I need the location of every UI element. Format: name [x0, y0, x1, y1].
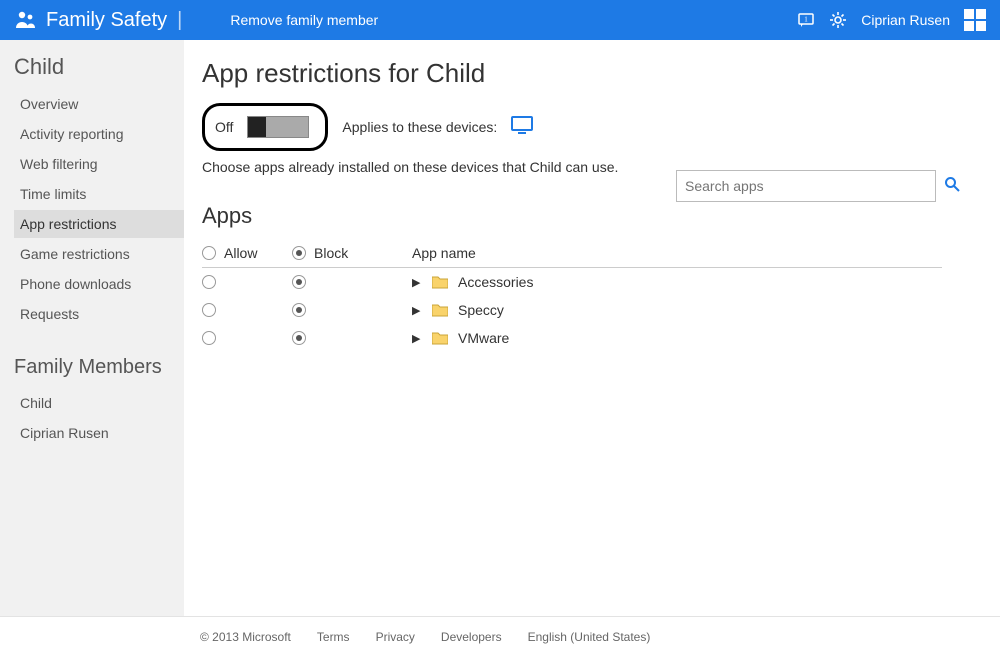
- messages-icon[interactable]: 1: [797, 11, 815, 29]
- page-footer: © 2013 Microsoft Terms Privacy Developer…: [0, 616, 1000, 656]
- apps-table: Allow Block App name ▶ Acce: [202, 239, 942, 352]
- app-name[interactable]: VMware: [458, 330, 509, 346]
- allow-all-radio[interactable]: [202, 246, 216, 260]
- restrictions-toggle[interactable]: [247, 116, 309, 138]
- allow-radio[interactable]: [202, 331, 216, 345]
- sidebar-item-label: Phone downloads: [20, 276, 131, 292]
- sidebar-item-label: Ciprian Rusen: [20, 425, 109, 441]
- header-bar: Family Safety | Remove family member 1 C…: [0, 0, 1000, 40]
- app-name[interactable]: Accessories: [458, 274, 533, 290]
- expand-chevron-icon[interactable]: ▶: [412, 304, 422, 317]
- column-block-label: Block: [314, 245, 348, 261]
- block-radio[interactable]: [292, 331, 306, 345]
- block-radio[interactable]: [292, 275, 306, 289]
- sidebar-family-title: Family Members: [14, 356, 184, 379]
- sidebar-item-label: Overview: [20, 96, 78, 112]
- footer-copyright: © 2013 Microsoft: [200, 630, 291, 644]
- family-icon: [14, 8, 38, 32]
- expand-chevron-icon[interactable]: ▶: [412, 276, 422, 289]
- app-row: ▶ VMware: [202, 324, 942, 352]
- app-name[interactable]: Speccy: [458, 302, 504, 318]
- folder-icon: [432, 275, 448, 289]
- header-user-name[interactable]: Ciprian Rusen: [861, 12, 950, 28]
- sidebar-item-requests[interactable]: Requests: [14, 300, 184, 328]
- block-radio[interactable]: [292, 303, 306, 317]
- windows-grid-icon[interactable]: [964, 9, 986, 31]
- monitor-icon[interactable]: [511, 116, 533, 139]
- gear-icon[interactable]: [829, 11, 847, 29]
- sidebar: Child Overview Activity reporting Web fi…: [0, 40, 184, 616]
- main-content: App restrictions for Child Off Applies t…: [184, 40, 1000, 616]
- toggle-callout: Off: [202, 103, 328, 151]
- footer-link-terms[interactable]: Terms: [317, 630, 350, 644]
- sidebar-item-overview[interactable]: Overview: [14, 90, 184, 118]
- svg-text:1: 1: [805, 16, 809, 24]
- sidebar-item-activity-reporting[interactable]: Activity reporting: [14, 120, 184, 148]
- sidebar-member-child[interactable]: Child: [14, 389, 184, 417]
- folder-icon: [432, 303, 448, 317]
- column-appname-label: App name: [412, 245, 476, 261]
- apps-section-title: Apps: [202, 203, 960, 229]
- sidebar-item-app-restrictions[interactable]: App restrictions: [14, 210, 184, 238]
- sidebar-item-label: Activity reporting: [20, 126, 123, 142]
- sidebar-item-label: Time limits: [20, 186, 86, 202]
- sidebar-item-label: App restrictions: [20, 216, 116, 232]
- devices-label: Applies to these devices:: [342, 119, 497, 135]
- sidebar-item-label: Requests: [20, 306, 79, 322]
- folder-icon: [432, 331, 448, 345]
- toggle-state-label: Off: [215, 119, 233, 135]
- sidebar-child-title: Child: [14, 54, 184, 80]
- app-row: ▶ Speccy: [202, 296, 942, 324]
- footer-link-developers[interactable]: Developers: [441, 630, 502, 644]
- page-title: App restrictions for Child: [202, 58, 960, 89]
- footer-link-privacy[interactable]: Privacy: [376, 630, 415, 644]
- expand-chevron-icon[interactable]: ▶: [412, 332, 422, 345]
- sidebar-item-time-limits[interactable]: Time limits: [14, 180, 184, 208]
- apps-table-header: Allow Block App name: [202, 239, 942, 268]
- sidebar-item-label: Child: [20, 395, 52, 411]
- search-apps-input[interactable]: [676, 170, 936, 202]
- allow-radio[interactable]: [202, 275, 216, 289]
- sidebar-item-web-filtering[interactable]: Web filtering: [14, 150, 184, 178]
- brand-block[interactable]: Family Safety: [14, 8, 167, 32]
- brand-separator: |: [177, 9, 182, 32]
- sidebar-item-phone-downloads[interactable]: Phone downloads: [14, 270, 184, 298]
- sidebar-member-ciprian[interactable]: Ciprian Rusen: [14, 419, 184, 447]
- search-icon[interactable]: [944, 176, 960, 197]
- toggle-knob: [248, 117, 266, 137]
- sidebar-item-game-restrictions[interactable]: Game restrictions: [14, 240, 184, 268]
- footer-link-language[interactable]: English (United States): [528, 630, 651, 644]
- remove-family-member-link[interactable]: Remove family member: [230, 12, 378, 28]
- block-all-radio[interactable]: [292, 246, 306, 260]
- sidebar-item-label: Game restrictions: [20, 246, 130, 262]
- brand-title: Family Safety: [46, 9, 167, 32]
- app-row: ▶ Accessories: [202, 268, 942, 296]
- allow-radio[interactable]: [202, 303, 216, 317]
- column-allow-label: Allow: [224, 245, 257, 261]
- sidebar-item-label: Web filtering: [20, 156, 98, 172]
